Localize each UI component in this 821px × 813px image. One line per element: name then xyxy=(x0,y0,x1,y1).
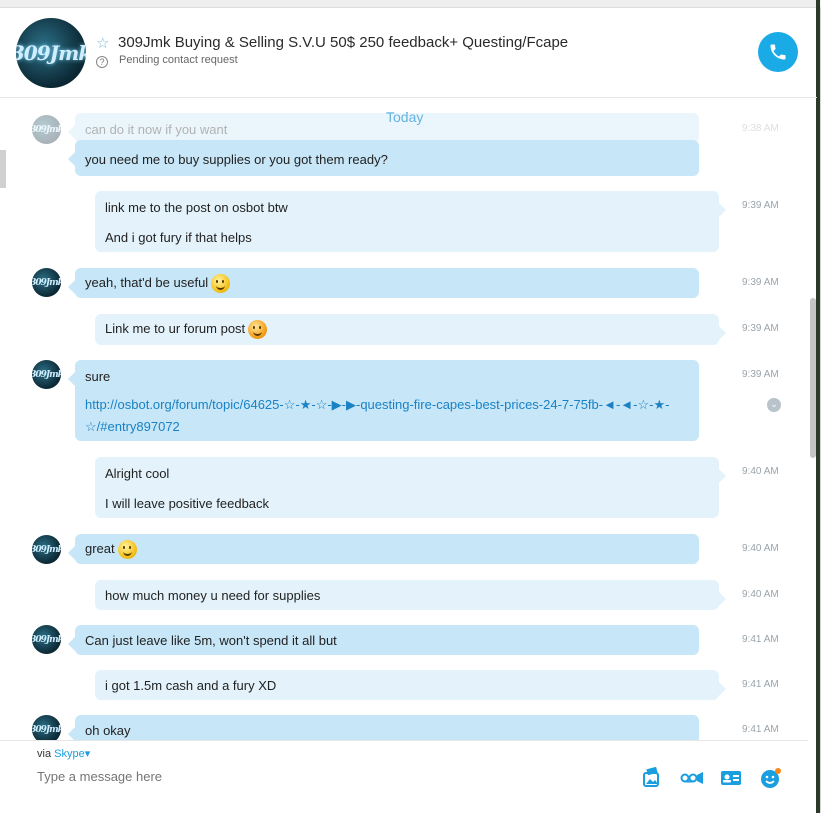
message-history[interactable]: Today 309Jmk can do it now if you want 9… xyxy=(0,99,808,740)
message-text: Link me to ur forum post xyxy=(105,320,246,336)
message-text: And i got fury if that helps xyxy=(105,230,252,245)
send-via-selector[interactable]: via Skype▾ xyxy=(37,747,90,760)
emoticon-icon xyxy=(761,768,781,788)
message-timestamp: 9:39 AM xyxy=(742,277,779,288)
message-options-icon[interactable]: ⌄ xyxy=(767,398,781,412)
avatar-text: 309Jmk xyxy=(32,124,61,135)
send-contact-button[interactable] xyxy=(720,767,742,789)
message-text: I will leave positive feedback xyxy=(105,496,270,511)
message-text: yeah, that'd be useful xyxy=(85,274,209,290)
sender-avatar[interactable]: 309Jmk xyxy=(32,625,61,654)
message-text: oh okay xyxy=(85,723,131,738)
message-bubble[interactable]: Link me to ur forum post xyxy=(95,314,726,345)
message-bubble[interactable]: Can just leave like 5m, won't spend it a… xyxy=(68,625,699,655)
message-bubble[interactable]: sure http://osbot.org/forum/topic/64625-… xyxy=(68,360,699,441)
sender-avatar[interactable]: 309Jmk xyxy=(32,715,61,740)
message-text-row: great xyxy=(85,540,137,559)
message-bubble[interactable]: i got 1.5m cash and a fury XD xyxy=(95,670,726,700)
message-text-row: Link me to ur forum post xyxy=(105,320,268,339)
smile-emoji-icon xyxy=(117,540,137,559)
smile-emoji-icon xyxy=(211,274,231,293)
contact-status: Pending contact request xyxy=(119,54,238,66)
window-top-strip xyxy=(0,0,821,8)
message-text: Can just leave like 5m, won't spend it a… xyxy=(85,633,337,648)
image-icon xyxy=(643,767,659,787)
send-image-button[interactable] xyxy=(640,767,662,789)
message-text: great xyxy=(85,540,115,556)
sender-avatar[interactable]: 309Jmk xyxy=(32,115,61,144)
contact-name[interactable]: 309Jmk Buying & Selling S.V.U 50$ 250 fe… xyxy=(118,34,568,51)
message-timestamp: 9:39 AM xyxy=(742,200,779,211)
background-edge xyxy=(816,0,820,813)
message-bubble[interactable]: Alright cool I will leave positive feedb… xyxy=(95,457,726,518)
video-message-button[interactable] xyxy=(679,767,705,789)
message-timestamp: 9:41 AM xyxy=(742,679,779,690)
message-link[interactable]: http://osbot.org/forum/topic/64625-☆-★-☆… xyxy=(85,394,685,438)
avatar-text: 309Jmk xyxy=(32,369,61,380)
phone-icon xyxy=(770,44,786,60)
help-icon[interactable]: ? xyxy=(96,56,108,68)
message-timestamp: 9:39 AM xyxy=(742,323,779,334)
avatar-text: 309Jmk xyxy=(32,724,61,735)
message-text-row: yeah, that'd be useful xyxy=(85,274,231,293)
yum-emoji-icon xyxy=(248,320,268,339)
call-button[interactable] xyxy=(758,32,798,72)
star-icon[interactable]: ☆ xyxy=(96,34,109,52)
contact-avatar[interactable]: 309Jmk xyxy=(16,18,86,88)
message-timestamp: 9:40 AM xyxy=(742,543,779,554)
chat-scrollbar[interactable] xyxy=(810,298,816,458)
message-timestamp: 9:39 AM xyxy=(742,369,779,380)
message-bubble[interactable]: can do it now if you want xyxy=(68,113,699,143)
avatar-text: 309Jmk xyxy=(32,277,61,288)
message-timestamp: 9:41 AM xyxy=(742,724,779,735)
message-timestamp: 9:41 AM xyxy=(742,634,779,645)
message-text: i got 1.5m cash and a fury XD xyxy=(105,678,277,693)
message-text: can do it now if you want xyxy=(85,122,228,137)
message-text: Alright cool xyxy=(105,466,170,481)
chevron-down-icon: ▾ xyxy=(84,748,91,760)
sender-avatar[interactable]: 309Jmk xyxy=(32,268,61,297)
chat-window: 309Jmk ☆ 309Jmk Buying & Selling S.V.U 5… xyxy=(0,0,821,813)
avatar-text: 309Jmk xyxy=(16,41,86,65)
message-bubble[interactable]: you need me to buy supplies or you got t… xyxy=(68,140,699,176)
sender-avatar[interactable]: 309Jmk xyxy=(32,360,61,389)
message-text: link me to the post on osbot btw xyxy=(105,200,288,215)
via-service: Skype xyxy=(54,748,85,760)
message-input[interactable] xyxy=(37,769,537,784)
sender-avatar[interactable]: 309Jmk xyxy=(32,535,61,564)
emoticon-button[interactable] xyxy=(760,767,782,789)
message-timestamp: 9:40 AM xyxy=(742,466,779,477)
message-timestamp: 9:40 AM xyxy=(742,589,779,600)
message-bubble[interactable]: yeah, that'd be useful xyxy=(68,268,699,298)
contact-card-icon xyxy=(721,771,741,785)
avatar-text: 309Jmk xyxy=(32,544,61,555)
message-bubble[interactable]: oh okay xyxy=(68,715,699,740)
avatar-text: 309Jmk xyxy=(32,634,61,645)
conversation-header: 309Jmk ☆ 309Jmk Buying & Selling S.V.U 5… xyxy=(0,8,817,98)
message-text: you need me to buy supplies or you got t… xyxy=(85,152,388,167)
video-message-icon xyxy=(680,772,703,784)
message-bubble[interactable]: link me to the post on osbot btw And i g… xyxy=(95,191,726,252)
message-text: sure xyxy=(85,369,111,384)
message-composer: via Skype▾ xyxy=(0,740,808,813)
message-text: how much money u need for supplies xyxy=(105,588,321,603)
message-bubble[interactable]: how much money u need for supplies xyxy=(95,580,726,610)
message-bubble[interactable]: great xyxy=(68,534,699,564)
via-label: via xyxy=(37,748,52,760)
message-timestamp: 9:38 AM xyxy=(742,123,779,134)
